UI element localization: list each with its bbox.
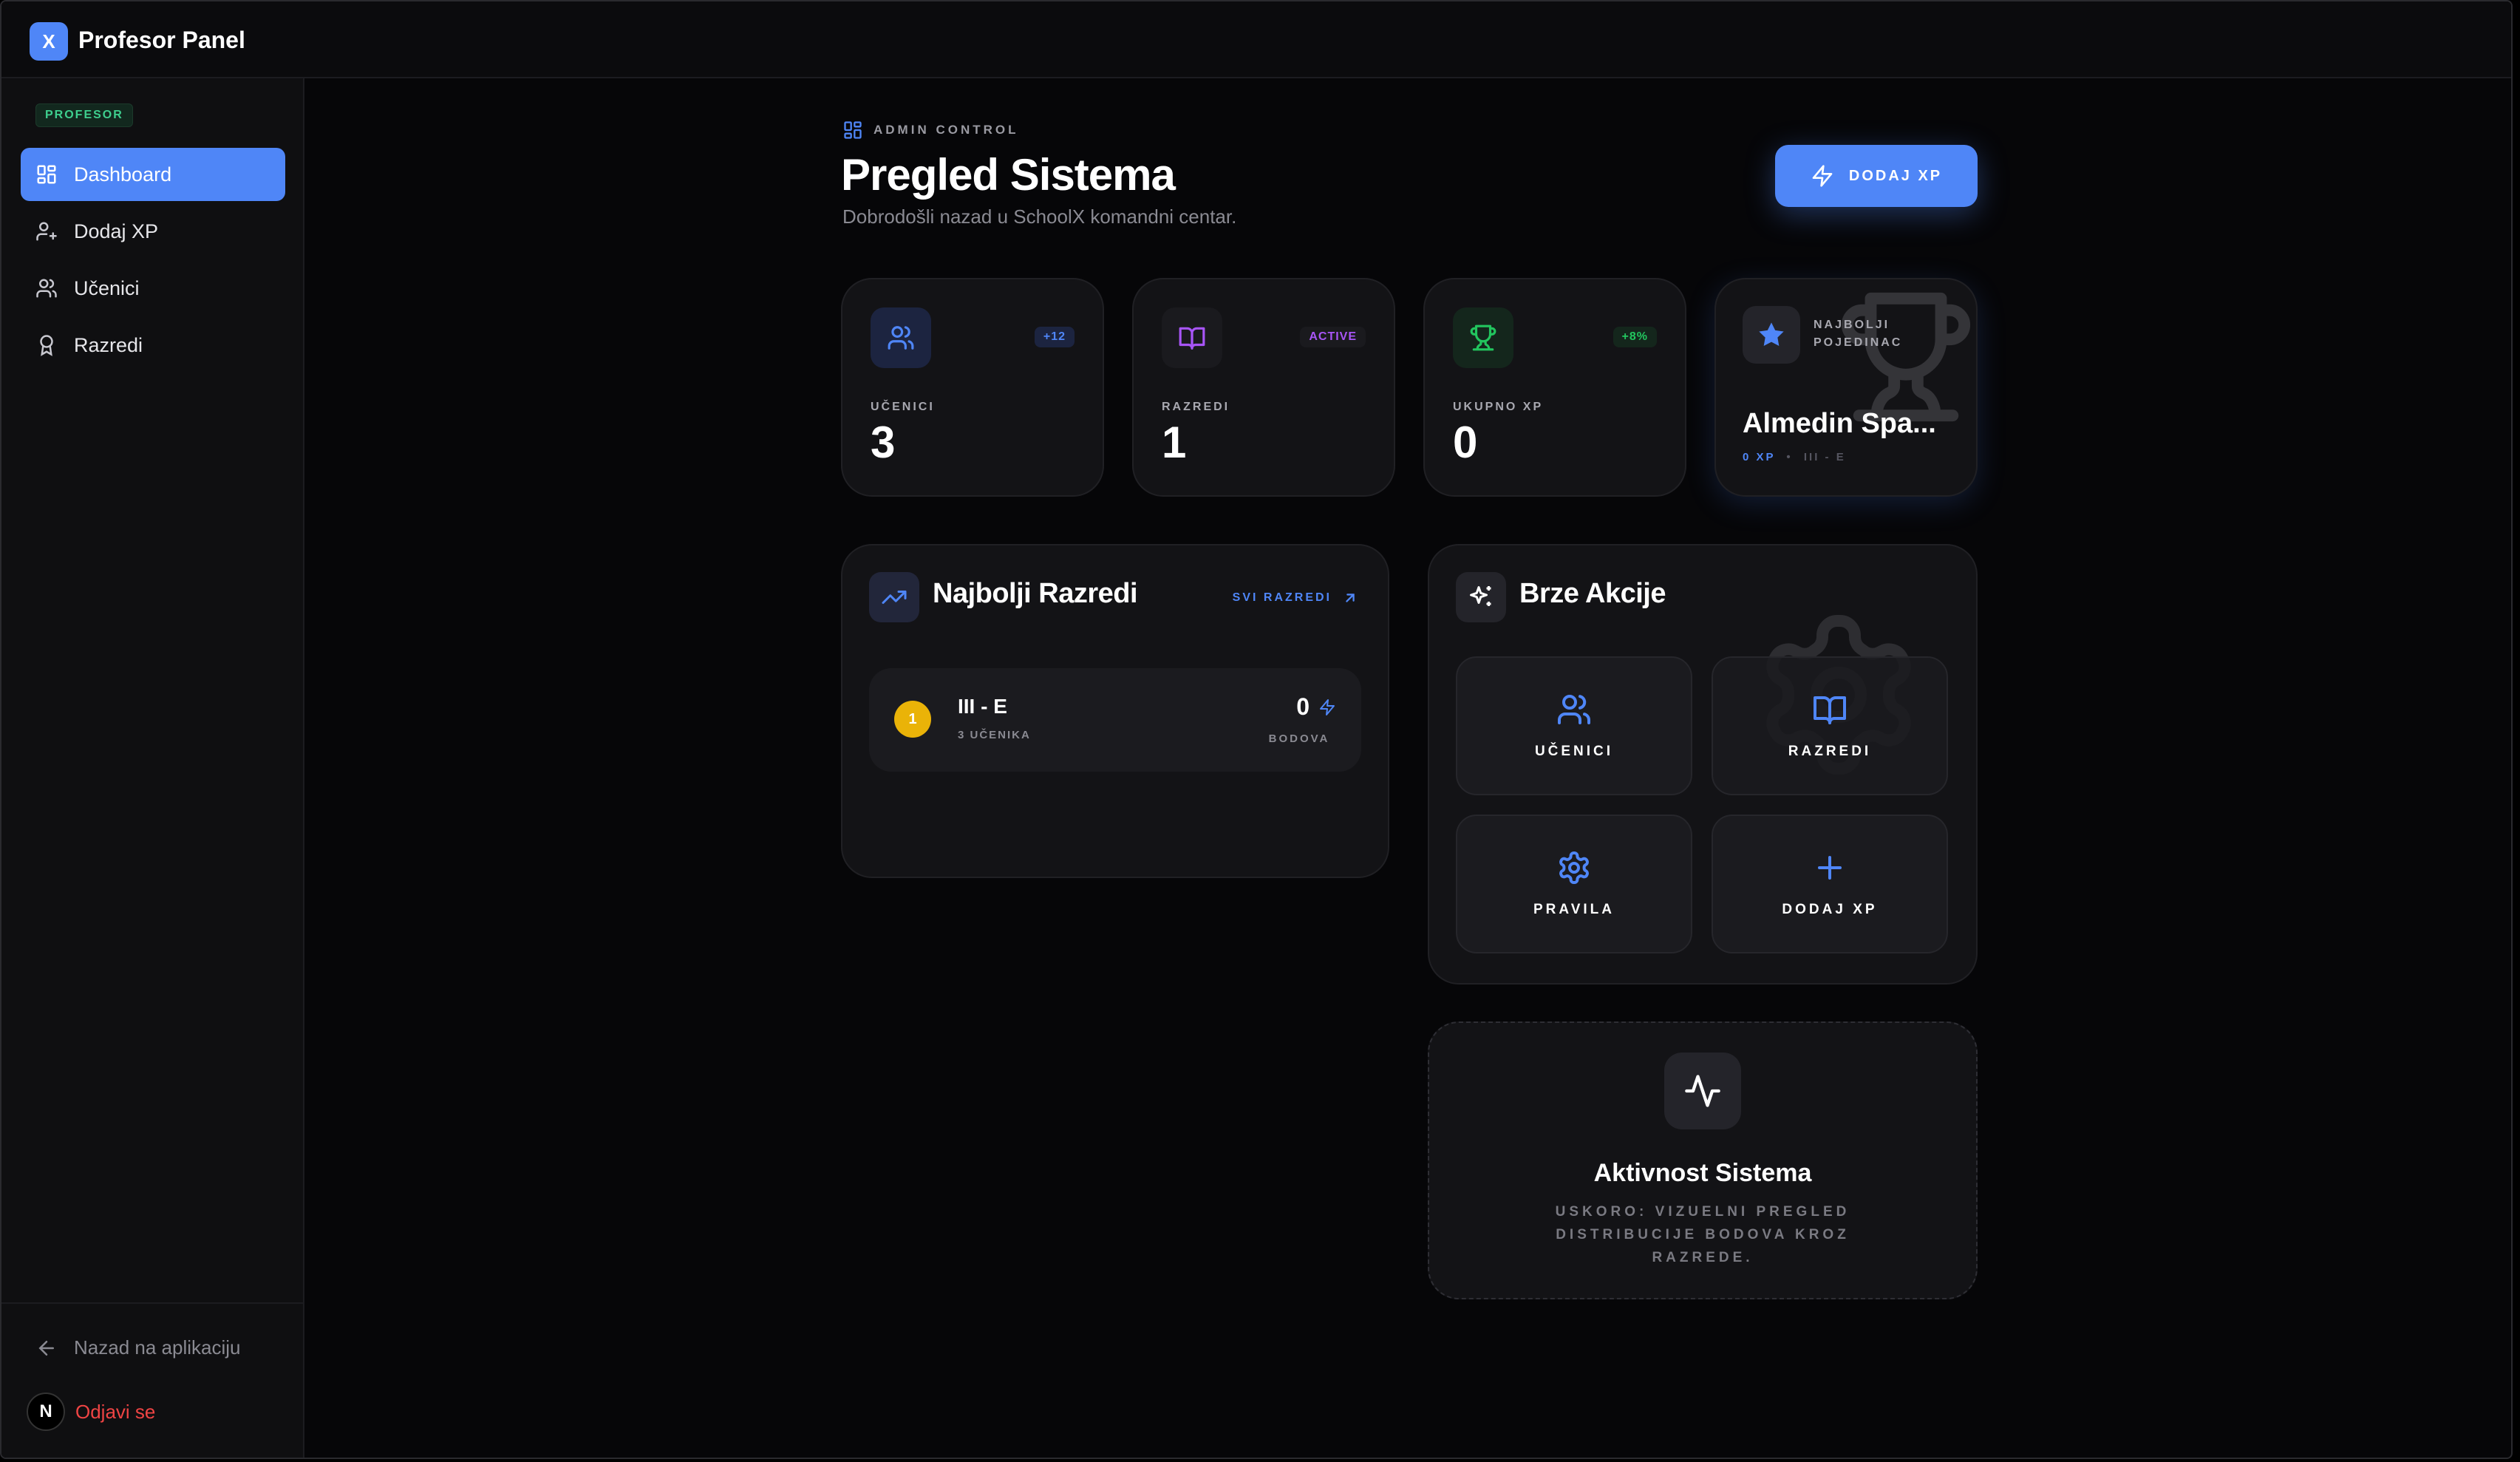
class-rank-row[interactable]: 1 III - E 3 UČENIKA 0 BODOVA [869,668,1361,772]
sidebar-item-label: Dashboard [74,163,172,186]
sparkles-icon [1470,586,1491,606]
system-activity-panel: Aktivnost Sistema USKORO: VIZUELNI PREGL… [1428,1021,1978,1299]
stat-icon-box [871,307,931,368]
sidebar-item-dashboard[interactable]: Dashboard [21,148,285,201]
trending-up-icon [882,591,907,604]
stat-card-total-xp[interactable]: +8% UKUPNO XP 0 [1423,278,1686,497]
stat-icon-box [1162,307,1222,368]
sidebar-item-label: Dodaj XP [74,220,159,242]
sidebar-nav: Dashboard Dodaj XP Učenici Razredi [21,148,285,375]
sidebar-item-label: Učenici [74,276,140,299]
sidebar: PROFESOR Dashboard Dodaj XP Učenici Razr… [1,78,304,1458]
avatar: N [27,1393,65,1431]
rank-medal: 1 [894,701,931,738]
sidebar-item-dodaj-xp[interactable]: Dodaj XP [21,205,285,258]
activity-icon [1685,1075,1720,1107]
class-points-value: 0 [1296,693,1310,720]
dashboard-icon [37,165,56,184]
quick-action-label: RAZREDI [1788,744,1872,759]
lightning-icon [1812,165,1833,187]
stat-icon-box [1453,307,1513,368]
all-classes-link-label: SVI RAZREDI [1232,591,1332,604]
plus-icon [1818,856,1842,880]
book-icon [1814,696,1846,724]
admin-control-eyebrow: ADMIN CONTROL [842,120,1018,140]
stat-label: UČENICI [871,401,935,413]
users-icon [888,326,914,350]
top-student-meta: 0 XP • III - E [1743,451,1846,463]
users-icon [1558,695,1591,724]
back-link-label: Nazad na aplikaciju [74,1336,241,1359]
user-plus-icon [36,222,57,241]
top-student-class: III - E [1803,451,1846,463]
page-subtitle: Dobrodošli nazad u SchoolX komandni cent… [842,205,1237,228]
class-points: 0 [1296,693,1336,721]
stat-value: 1 [1162,418,1187,467]
main-content: ADMIN CONTROL Pregled Sistema Dobrodošli… [306,78,2511,1458]
page-title: Pregled Sistema [841,150,1176,200]
quick-action-students[interactable]: UČENICI [1456,656,1692,795]
activity-description: USKORO: VIZUELNI PREGLED DISTRIBUCIJE BO… [1555,1204,1850,1265]
sidebar-footer: Nazad na aplikaciju N Odjavi se [1,1302,303,1458]
activity-title: Aktivnost Sistema [1593,1159,1812,1187]
gear-icon [1559,851,1589,884]
logout-button[interactable]: N Odjavi se [27,1393,155,1431]
back-to-app-link[interactable]: Nazad na aplikaciju [35,1336,240,1359]
class-points-label: BODOVA [1268,732,1330,745]
award-icon [40,335,53,356]
stat-badge: ACTIVE [1300,327,1366,347]
all-classes-link[interactable]: SVI RAZREDI [1233,590,1358,606]
quick-actions-title: Brze Akcije [1519,578,1666,609]
top-student-xp: 0 XP [1743,451,1776,463]
class-students-count: 3 UČENIKA [958,729,1031,741]
meta-separator: • [1786,451,1793,463]
stat-label: UKUPNO XP [1453,401,1544,413]
stat-badge: +12 [1034,327,1075,347]
stat-badge: +8% [1613,327,1657,347]
app-title: Profesor Panel [78,27,245,53]
stat-value: 0 [1453,418,1478,467]
lightning-icon [1320,698,1335,715]
class-score: 0 BODOVA [1247,693,1336,745]
users-icon [36,279,57,298]
app-logo[interactable]: X [30,22,68,61]
star-icon [1759,322,1784,346]
sidebar-item-label: Razredi [74,333,143,356]
quick-action-classes[interactable]: RAZREDI [1712,656,1948,795]
stat-label: RAZREDI [1162,401,1230,413]
activity-icon-box [1664,1053,1741,1129]
add-xp-button-label: DODAJ XP [1848,167,1943,184]
role-badge: PROFESOR [35,103,133,127]
quick-action-add-xp[interactable]: DODAJ XP [1712,815,1948,953]
arrow-left-icon [38,1340,54,1356]
sidebar-item-razredi[interactable]: Razredi [21,319,285,372]
book-icon [1179,327,1205,350]
top-student-name: Almedin Spa... [1743,408,1936,439]
star-icon-box [1743,306,1800,364]
arrow-up-right-icon [1346,594,1355,602]
quick-action-label: PRAVILA [1533,902,1615,917]
best-classes-panel: Najbolji Razredi SVI RAZREDI 1 III - E 3… [841,544,1389,878]
best-classes-title: Najbolji Razredi [933,578,1138,609]
top-student-card[interactable]: NAJBOLJI POJEDINAC Almedin Spa... 0 XP •… [1714,278,1978,497]
eyebrow-label: ADMIN CONTROL [874,123,1019,137]
quick-action-rules[interactable]: PRAVILA [1456,815,1692,953]
quick-actions-panel: Brze Akcije UČENICI RAZREDI PRAVILA DODA… [1428,544,1978,985]
stat-value: 3 [871,418,896,467]
dashboard-icon [844,121,862,139]
class-name: III - E [958,695,1007,718]
stat-card-classes[interactable]: ACTIVE RAZREDI 1 [1132,278,1395,497]
quick-action-label: UČENICI [1534,744,1614,759]
quick-action-label: DODAJ XP [1782,902,1878,917]
stat-card-students[interactable]: +12 UČENICI 3 [841,278,1104,497]
app-window: X Profesor Panel PROFESOR Dashboard Doda… [0,0,2513,1459]
section-icon-box [1456,572,1506,622]
top-student-tag: NAJBOLJI POJEDINAC [1814,319,1903,349]
trophy-icon [1470,324,1496,351]
logout-label: Odjavi se [75,1400,156,1423]
add-xp-button[interactable]: DODAJ XP [1775,145,1978,207]
top-bar: X Profesor Panel [1,1,2511,78]
sidebar-item-ucenici[interactable]: Učenici [21,262,285,315]
section-icon-box [869,572,919,622]
